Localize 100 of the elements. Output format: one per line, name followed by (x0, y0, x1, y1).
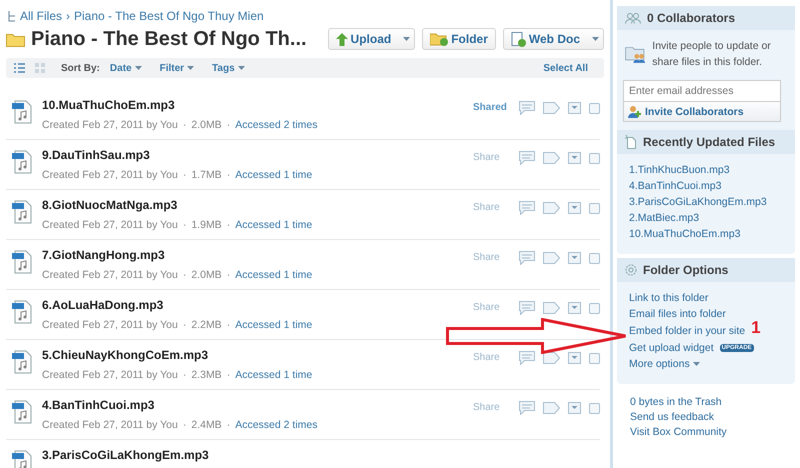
caret-icon (238, 66, 245, 70)
bullet-separator: · (182, 419, 186, 431)
accessed-link[interactable]: Accessed 1 time (235, 169, 312, 181)
bullet-separator: · (226, 319, 230, 331)
accessed-link[interactable]: Accessed 1 time (235, 269, 312, 281)
file-size: 2.3MB (191, 369, 222, 381)
file-size: 1.7MB (191, 169, 222, 181)
recent-file-link[interactable]: 10.MuaThuChoEm.mp3 (629, 228, 795, 240)
caret-icon (187, 66, 194, 70)
file-created: Created Feb 27, 2011 by You (42, 119, 178, 131)
audio-file-icon (12, 400, 32, 424)
panel-title: Folder Options (643, 263, 728, 277)
share-link[interactable]: Shared (473, 102, 519, 113)
file-size: 2.4MB (191, 419, 222, 431)
person-plus-icon (628, 106, 641, 118)
bullet-separator: · (182, 169, 186, 181)
file-created: Created Feb 27, 2011 by You (42, 419, 178, 431)
folder-option-link[interactable]: Link to this folder (629, 292, 708, 304)
bullet-separator: · (226, 369, 230, 381)
accessed-link[interactable]: Accessed 2 times (235, 419, 318, 431)
audio-file-icon (12, 450, 32, 468)
comment-icon[interactable] (519, 101, 535, 115)
gear-icon (625, 264, 637, 276)
comment-icon[interactable] (519, 151, 535, 165)
tag-icon[interactable] (543, 352, 560, 364)
toolbar-menu[interactable]: Filter (160, 62, 194, 74)
panel-title: 0 Collaborators (647, 11, 736, 25)
accessed-link[interactable]: Accessed 2 times (235, 119, 318, 131)
row-checkbox[interactable] (589, 302, 600, 314)
folder-icon (6, 32, 25, 46)
annotation-number: 1 (751, 318, 761, 338)
recent-file-link[interactable]: 4.BanTinhCuoi.mp3 (629, 180, 795, 192)
breadcrumb-link[interactable]: Piano - The Best Of Ngo Thuy Mien (74, 9, 264, 23)
footer-link[interactable]: 0 bytes in the Trash (630, 396, 795, 408)
bullet-separator: · (226, 219, 230, 231)
bullet-separator: · (226, 269, 230, 281)
file-size: 2.2MB (191, 319, 222, 331)
dropdown-menu-icon[interactable] (568, 252, 581, 264)
dropdown-menu-icon[interactable] (568, 352, 581, 364)
file-name[interactable]: 7.GiotNangHong.mp3 (42, 248, 473, 262)
accessed-link[interactable]: Accessed 1 time (235, 369, 312, 381)
folder-title: Piano - The Best Of Ngo Th... (31, 28, 307, 50)
dropdown-menu-icon[interactable] (568, 152, 581, 164)
invite-collaborators-button[interactable]: Invite Collaborators (623, 102, 781, 122)
recent-file-link[interactable]: 2.MatBiec.mp3 (629, 212, 795, 224)
comment-icon[interactable] (519, 351, 535, 365)
grid-view-icon[interactable] (35, 63, 45, 73)
dropdown-menu-icon[interactable] (568, 402, 581, 414)
toolbar-menu[interactable]: Tags (212, 62, 245, 74)
comment-icon[interactable] (519, 201, 535, 215)
bullet-separator: · (182, 269, 186, 281)
accessed-link[interactable]: Accessed 1 time (235, 319, 312, 331)
recent-file-link[interactable]: 3.ParisCoGiLaKhongEm.mp3 (629, 196, 795, 208)
file-created: Created Feb 27, 2011 by You (42, 169, 178, 181)
folder-button[interactable]: Folder (422, 28, 496, 50)
folder-option-link[interactable]: Get upload widget (629, 342, 714, 354)
row-checkbox[interactable] (589, 202, 600, 214)
footer-link[interactable]: Visit Box Community (630, 426, 795, 438)
audio-file-icon (12, 150, 32, 174)
folder-option-link[interactable]: Embed folder in your site (629, 325, 746, 337)
email-field[interactable]: Enter email addresses (623, 80, 781, 102)
file-name[interactable]: 9.DauTinhSau.mp3 (42, 148, 473, 162)
file-created: Created Feb 27, 2011 by You (42, 219, 178, 231)
recent-file-link[interactable]: 1.TinhKhucBuon.mp3 (629, 164, 795, 176)
dropdown-menu-icon[interactable] (568, 302, 581, 314)
audio-file-icon (12, 200, 32, 224)
bullet-separator: · (226, 169, 230, 181)
row-checkbox[interactable] (589, 102, 600, 114)
file-name[interactable]: 10.MuaThuChoEm.mp3 (42, 98, 473, 112)
accessed-link[interactable]: Accessed 1 time (235, 219, 312, 231)
folder-option-link[interactable]: Email files into folder (629, 308, 726, 320)
file-name[interactable]: 5.ChieuNayKhongCoEm.mp3 (42, 348, 473, 362)
comment-icon[interactable] (519, 301, 535, 315)
dropdown-menu-icon[interactable] (568, 102, 581, 114)
file-name[interactable]: 8.GiotNuocMatNga.mp3 (42, 198, 473, 212)
list-view-icon[interactable] (14, 63, 25, 73)
people-icon (625, 12, 641, 24)
folder-option-link[interactable]: More options (629, 358, 700, 370)
toolbar-menu[interactable]: Date (110, 62, 142, 74)
breadcrumb-link[interactable]: All Files (20, 9, 62, 23)
row-checkbox[interactable] (589, 352, 600, 364)
audio-file-icon (12, 300, 32, 324)
bullet-separator: · (182, 369, 186, 381)
file-created: Created Feb 27, 2011 by You (42, 369, 178, 381)
footer-link[interactable]: Send us feedback (630, 411, 795, 423)
file-name[interactable]: 4.BanTinhCuoi.mp3 (42, 398, 473, 412)
row-checkbox[interactable] (589, 252, 600, 264)
comment-icon[interactable] (519, 251, 535, 265)
select-all-link[interactable]: Select All (543, 62, 588, 74)
dropdown-menu-icon[interactable] (568, 202, 581, 214)
audio-file-icon (12, 350, 32, 374)
file-name[interactable]: 6.AoLuaHaDong.mp3 (42, 298, 473, 312)
bullet-separator: · (226, 119, 230, 131)
row-checkbox[interactable] (589, 152, 600, 164)
file-created: Created Feb 27, 2011 by You (42, 319, 178, 331)
caret-icon (592, 37, 599, 41)
comment-icon[interactable] (519, 401, 535, 415)
row-checkbox[interactable] (589, 402, 600, 414)
file-name[interactable]: 3.ParisCoGiLaKhongEm.mp3 (42, 448, 600, 462)
folder-plus-icon (430, 32, 448, 46)
